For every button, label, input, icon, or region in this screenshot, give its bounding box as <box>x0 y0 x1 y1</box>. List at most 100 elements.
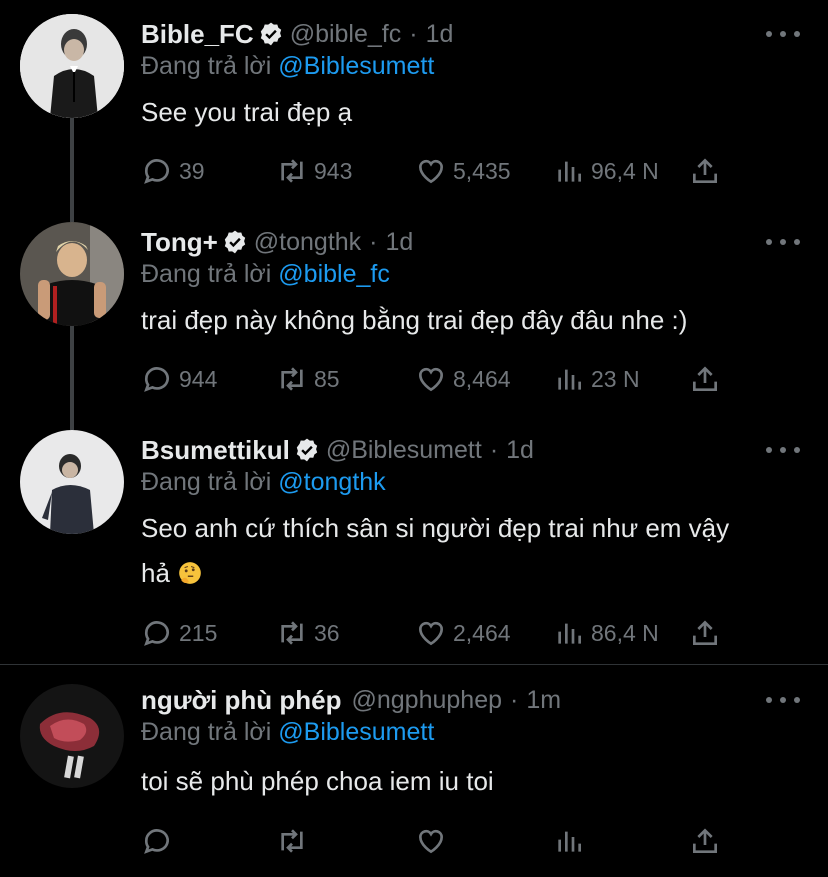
replying-to: Đang trả lời @bible_fc <box>141 260 390 289</box>
tweet-header: Bsumettikul @Biblesumett · 1d <box>141 430 534 470</box>
share-button[interactable] <box>689 359 727 399</box>
timestamp[interactable]: 1m <box>526 686 561 715</box>
separator-dot: · <box>489 435 499 464</box>
avatar[interactable] <box>20 222 124 326</box>
views-button[interactable] <box>553 821 591 861</box>
reply-count: 215 <box>179 619 218 646</box>
replying-to-label: Đang trả lời <box>141 260 279 288</box>
replying-to: Đang trả lời @tongthk <box>141 468 386 497</box>
retweet-button[interactable] <box>276 821 314 861</box>
more-icon[interactable] <box>766 690 800 710</box>
timestamp[interactable]: 1d <box>386 228 414 257</box>
reply-icon <box>144 621 169 646</box>
retweet-count: 943 <box>314 157 353 184</box>
mention-link[interactable]: @bible_fc <box>278 260 390 288</box>
tweet-text: Seo anh cứ thích sân si người đẹp trai n… <box>141 506 811 596</box>
avatar[interactable] <box>20 430 124 534</box>
retweet-icon <box>281 367 303 391</box>
tweet-text: trai đẹp này không bằng trai đẹp đây đâu… <box>141 305 688 335</box>
display-name[interactable]: Bsumettikul <box>141 435 290 466</box>
heart-icon <box>418 829 444 854</box>
reply-button[interactable]: 944 <box>141 359 217 399</box>
views-button[interactable]: 23 N <box>553 359 640 399</box>
tweet-text: See you trai đẹp ạ <box>141 97 353 127</box>
retweet-count: 85 <box>314 365 340 392</box>
reply-count: 944 <box>179 365 218 392</box>
like-button[interactable]: 8,464 <box>415 359 511 399</box>
display-name[interactable]: Tong+ <box>141 227 218 258</box>
tweet-text-line: Seo anh cứ thích sân si người đẹp trai n… <box>141 513 730 543</box>
reply-icon <box>144 367 169 392</box>
timestamp[interactable]: 1d <box>426 20 454 49</box>
mention-link[interactable]: @tongthk <box>278 468 385 496</box>
tweet-bible-fc[interactable]: Bible_FC @bible_fc · 1d Đang trả lời @Bi… <box>0 0 828 210</box>
retweet-button[interactable]: 85 <box>276 359 340 399</box>
reply-button[interactable] <box>141 821 179 861</box>
user-handle[interactable]: @bible_fc <box>290 20 402 49</box>
retweet-icon <box>281 621 303 645</box>
verified-badge-icon <box>260 22 281 46</box>
heart-icon <box>418 621 444 646</box>
views-button[interactable]: 86,4 N <box>553 613 659 653</box>
user-handle[interactable]: @tongthk <box>254 228 361 257</box>
user-handle[interactable]: @ngphuphep <box>352 686 503 715</box>
tweet-header: Tong+ @tongthk · 1d <box>141 222 413 262</box>
heart-icon <box>418 159 444 184</box>
tweet-bsumettikul[interactable]: Bsumettikul @Biblesumett · 1d Đang trả l… <box>0 416 828 664</box>
share-icon <box>693 620 717 645</box>
more-icon[interactable] <box>766 232 800 252</box>
verified-badge-icon <box>296 438 317 462</box>
retweet-button[interactable]: 36 <box>276 613 340 653</box>
avatar[interactable] <box>20 14 124 118</box>
display-name[interactable]: người phù phép <box>141 685 342 716</box>
views-icon <box>558 831 581 852</box>
replying-to: Đang trả lời @Biblesumett <box>141 52 434 81</box>
views-icon <box>558 369 581 390</box>
reply-button[interactable]: 39 <box>141 151 205 191</box>
timestamp[interactable]: 1d <box>506 436 534 465</box>
tweet-text: toi sẽ phù phép choa iem iu toi <box>141 766 494 796</box>
tweet-actions: 944 85 8,464 23 N <box>141 359 741 399</box>
view-count: 86,4 N <box>591 619 659 646</box>
mention-link[interactable]: @Biblesumett <box>278 52 434 80</box>
avatar[interactable] <box>20 684 124 788</box>
divider <box>0 664 828 665</box>
share-button[interactable] <box>689 613 727 653</box>
more-icon[interactable] <box>766 24 800 44</box>
view-count: 23 N <box>591 365 640 392</box>
retweet-icon <box>281 829 303 853</box>
tweet-actions <box>141 821 741 861</box>
like-button[interactable] <box>415 821 453 861</box>
separator-dot: · <box>409 19 418 48</box>
like-button[interactable]: 2,464 <box>415 613 511 653</box>
mention-link[interactable]: @Biblesumett <box>278 718 434 746</box>
more-icon[interactable] <box>766 440 800 460</box>
user-handle[interactable]: @Biblesumett <box>326 436 482 465</box>
reply-icon <box>144 159 169 184</box>
replying-to-label: Đang trả lời <box>141 52 279 80</box>
share-button[interactable] <box>689 821 727 861</box>
display-name[interactable]: Bible_FC <box>141 19 254 50</box>
like-button[interactable]: 5,435 <box>415 151 511 191</box>
heart-icon <box>418 367 444 392</box>
tweet-actions: 39 943 5,435 96,4 N <box>141 151 741 191</box>
retweet-icon <box>281 159 303 183</box>
share-icon <box>693 366 717 391</box>
replying-to: Đang trả lời @Biblesumett <box>141 718 434 747</box>
thinking-face-emoji-icon <box>179 562 201 584</box>
replying-to-label: Đang trả lời <box>141 718 279 746</box>
views-button[interactable]: 96,4 N <box>553 151 659 191</box>
like-count: 2,464 <box>453 619 511 646</box>
reply-button[interactable]: 215 <box>141 613 217 653</box>
tweet-actions: 215 36 2,464 86,4 N <box>141 613 741 653</box>
retweet-button[interactable]: 943 <box>276 151 352 191</box>
separator-dot: · <box>510 685 519 714</box>
views-icon <box>558 623 581 644</box>
share-icon <box>693 158 717 183</box>
tweet-tong[interactable]: Tong+ @tongthk · 1d Đang trả lời @bible_… <box>0 208 828 418</box>
share-button[interactable] <box>689 151 727 191</box>
tweet-text-line-end: hả <box>141 558 170 588</box>
tweet-nguoi-phu-phep[interactable]: người phù phép @ngphuphep · 1m Đang trả … <box>0 666 828 877</box>
verified-badge-icon <box>224 230 245 254</box>
like-count: 5,435 <box>453 157 511 184</box>
